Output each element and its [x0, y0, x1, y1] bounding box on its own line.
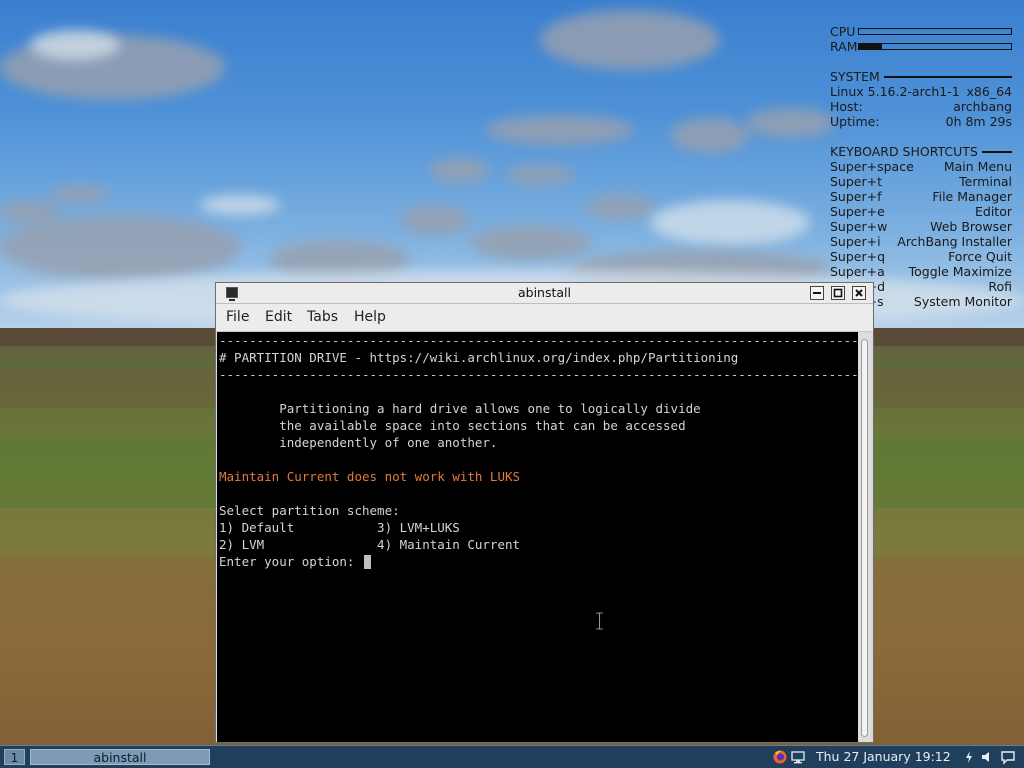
system-row: Host: archbang [830, 99, 1012, 114]
ram-bar [858, 43, 1012, 50]
shortcut-action: Main Menu [943, 159, 1012, 174]
shortcuts-heading: KEYBOARD SHORTCUTS [830, 144, 1012, 159]
shortcut-row: Super+f File Manager [830, 189, 1012, 204]
terminal-rule: ----------------------------------------… [219, 333, 858, 348]
terminal-input-prompt: Enter your option: [219, 554, 362, 569]
system-row-key: Linux 5.16.2-arch1-1 [830, 84, 960, 99]
terminal-description-line: Partitioning a hard drive allows one to … [219, 401, 701, 416]
close-icon [855, 289, 863, 297]
shortcut-row: Super+i ArchBang Installer [830, 234, 1012, 249]
firefox-icon[interactable] [772, 749, 788, 765]
system-row: Uptime: 0h 8m 29s [830, 114, 1012, 129]
cpu-meter: CPU [830, 24, 1012, 39]
terminal-description-line: independently of one another. [219, 435, 498, 450]
ram-bar-fill [859, 44, 882, 49]
shortcut-key: Super+i [830, 234, 881, 249]
terminal-options-row: 1) Default 3) LVM+LUKS [219, 520, 460, 535]
window-title: abinstall [517, 285, 571, 300]
shortcut-key: Super+a [830, 264, 885, 279]
system-row: Linux 5.16.2-arch1-1 x86_64 [830, 84, 1012, 99]
window-titlebar[interactable]: abinstall [216, 283, 873, 304]
system-row-key: Host: [830, 99, 863, 114]
shortcut-key: Super+f [830, 189, 882, 204]
shortcut-action: Force Quit [948, 249, 1012, 264]
shortcut-key: Super+q [830, 249, 886, 264]
maximize-button[interactable] [831, 286, 845, 300]
cpu-label: CPU [830, 24, 856, 39]
taskbar: 1 abinstall Thu 27 January 19:12 [0, 745, 1024, 768]
shortcut-action: File Manager [932, 189, 1012, 204]
minimize-button[interactable] [810, 286, 824, 300]
shortcut-row: Super+t Terminal [830, 174, 1012, 189]
system-row-value: x86_64 [966, 84, 1012, 99]
taskbar-task-abinstall[interactable]: abinstall [30, 749, 210, 765]
system-heading: SYSTEM [830, 69, 1012, 84]
close-button[interactable] [852, 286, 866, 300]
shortcut-action: Terminal [959, 174, 1012, 189]
terminal-heading: # PARTITION DRIVE - https://wiki.archlin… [219, 350, 739, 365]
network-icon[interactable] [790, 749, 806, 765]
text-cursor [364, 555, 371, 569]
shortcut-key: Super+space [830, 159, 914, 174]
minimize-icon [813, 292, 821, 294]
shortcut-row: Super+space Main Menu [830, 159, 1012, 174]
shortcut-action: System Monitor [913, 294, 1012, 309]
shortcut-key: Super+w [830, 219, 888, 234]
shortcut-action: Rofi [988, 279, 1012, 294]
shortcut-row: Super+q Force Quit [830, 249, 1012, 264]
terminal-description-line: the available space into sections that c… [219, 418, 686, 433]
power-icon[interactable] [961, 749, 977, 765]
scrollbar-thumb[interactable] [861, 339, 868, 737]
shortcut-action: ArchBang Installer [897, 234, 1012, 249]
terminal-rule: ----------------------------------------… [219, 367, 858, 382]
terminal-options-row: 2) LVM 4) Maintain Current [219, 537, 521, 552]
system-heading-label: SYSTEM [830, 69, 880, 84]
maximize-icon [833, 288, 843, 298]
menubar: File Edit Tabs Help [216, 304, 873, 332]
shortcut-key: Super+e [830, 204, 885, 219]
ram-label: RAM [830, 39, 858, 54]
ibeam-cursor-icon [596, 612, 603, 630]
shortcut-action: Editor [975, 204, 1012, 219]
shortcut-action: Toggle Maximize [908, 264, 1012, 279]
taskbar-clock[interactable]: Thu 27 January 19:12 [816, 749, 951, 765]
terminal-output[interactable]: ----------------------------------------… [217, 332, 858, 742]
terminal-input-line[interactable]: Enter your option: [219, 553, 371, 570]
menu-edit[interactable]: Edit [265, 309, 292, 325]
shortcut-key: Super+t [830, 174, 882, 189]
terminal-warning: Maintain Current does not work with LUKS [219, 469, 521, 484]
terminal-window[interactable]: abinstall File Edit Tabs Help ----------… [215, 282, 874, 743]
terminal-scrollbar[interactable] [858, 333, 871, 741]
shortcut-row: Super+a Toggle Maximize [830, 264, 1012, 279]
menu-file[interactable]: File [226, 309, 249, 325]
workspace-button[interactable]: 1 [4, 749, 25, 765]
shortcut-action: Web Browser [930, 219, 1012, 234]
ram-meter: RAM [830, 39, 1012, 54]
cpu-bar [858, 28, 1012, 35]
shortcut-row: Super+e Editor [830, 204, 1012, 219]
terminal-prompt-title: Select partition scheme: [219, 503, 400, 518]
system-row-value: 0h 8m 29s [945, 114, 1012, 129]
menu-help[interactable]: Help [354, 309, 386, 325]
menu-tabs[interactable]: Tabs [307, 309, 338, 325]
volume-icon[interactable] [979, 749, 995, 765]
shortcuts-heading-label: KEYBOARD SHORTCUTS [830, 144, 978, 159]
shortcut-row: Super+w Web Browser [830, 219, 1012, 234]
conky-system-monitor: CPU RAM SYSTEM Linux 5.16.2-arch1-1 x86_6… [830, 24, 1012, 309]
chat-bubble-icon[interactable] [1000, 749, 1016, 765]
system-row-key: Uptime: [830, 114, 880, 129]
system-row-value: archbang [953, 99, 1012, 114]
